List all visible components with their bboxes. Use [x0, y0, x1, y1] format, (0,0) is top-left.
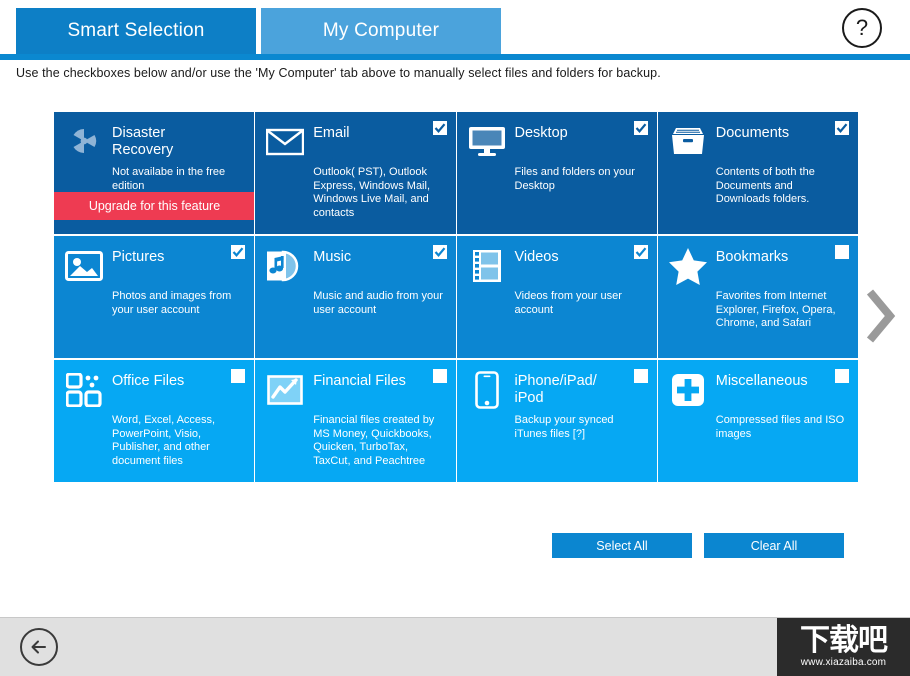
tile-pictures[interactable]: Pictures Photos and images from your use… — [54, 236, 255, 358]
radiation-icon — [64, 122, 104, 162]
tile-head: Videos — [467, 246, 647, 286]
selection-grid: Disaster Recovery Not availabe in the fr… — [54, 112, 858, 484]
tile-office-files[interactable]: Office Files Word, Excel, Access, PowerP… — [54, 360, 255, 482]
checkbox-videos[interactable] — [633, 245, 648, 259]
tile-title: iPhone/iPad/ iPod — [514, 373, 597, 406]
tile-description: Outlook( PST), Outlook Express, Windows … — [313, 166, 431, 219]
upgrade-button[interactable]: Upgrade for this feature — [54, 192, 255, 220]
chart-line-icon — [265, 370, 305, 410]
tile-desktop[interactable]: Desktop Files and folders on your Deskto… — [456, 112, 657, 234]
film-strip-icon — [467, 246, 507, 286]
tile-head: Pictures — [64, 246, 244, 286]
tile-description: Not availabe in the free edition — [112, 166, 226, 192]
watermark-text: 下载吧 — [800, 623, 888, 658]
arrow-left-circle-icon[interactable] — [20, 628, 58, 666]
tile-title: Desktop — [514, 125, 568, 141]
checkbox-office-files[interactable] — [231, 369, 246, 383]
music-note-icon — [265, 246, 305, 286]
footer-bar: 下载吧 www.xiazaiba.com — [0, 618, 910, 676]
watermark: 下载吧 www.xiazaiba.com — [777, 618, 910, 676]
tile-description: Photos and images from your user account — [112, 290, 232, 316]
checkbox-iphone-ipad-ipod[interactable] — [633, 369, 648, 383]
envelope-icon — [265, 122, 305, 162]
checkbox-pictures[interactable] — [231, 245, 246, 259]
tab-smart-selection-label: Smart Selection — [67, 20, 205, 41]
grid-row-2: Pictures Photos and images from your use… — [54, 236, 858, 358]
tile-head: Office Files — [64, 370, 244, 410]
tile-description: Favorites from Internet Explorer, Firefo… — [715, 290, 836, 329]
plus-box-icon — [668, 370, 708, 410]
tile-head: Email — [265, 122, 445, 162]
tile-head: Music — [265, 246, 445, 286]
tile-title: Pictures — [112, 249, 165, 265]
tile-description: Files and folders on your Desktop — [514, 166, 635, 192]
tile-email[interactable]: Email Outlook( PST), Outlook Express, Wi… — [255, 112, 456, 234]
watermark-url: www.xiazaiba.com — [800, 657, 887, 668]
chevron-right-icon[interactable] — [862, 286, 898, 346]
checkbox-documents[interactable] — [835, 121, 849, 135]
tile-title: Videos — [514, 249, 559, 265]
tile-title: Music — [313, 249, 352, 265]
tile-title: Office Files — [112, 373, 185, 389]
smartphone-icon — [467, 370, 507, 410]
select-all-button[interactable]: Select All — [552, 533, 692, 558]
file-box-icon — [668, 122, 708, 162]
grid-row-1: Disaster Recovery Not availabe in the fr… — [54, 112, 858, 234]
tile-bookmarks[interactable]: Bookmarks Favorites from Internet Explor… — [657, 236, 858, 358]
tile-description: Financial files created by MS Money, Qui… — [313, 414, 435, 467]
tile-financial-files[interactable]: Financial Files Financial files created … — [255, 360, 456, 482]
office-icon — [64, 370, 104, 410]
checkbox-bookmarks[interactable] — [835, 245, 849, 259]
checkbox-financial-files[interactable] — [432, 369, 447, 383]
monitor-icon — [467, 122, 507, 162]
tile-title: Documents — [715, 125, 790, 141]
help-icon-glyph: ? — [855, 15, 869, 40]
tile-description: Videos from your user account — [514, 290, 622, 316]
tile-head: Documents — [668, 122, 848, 162]
tile-title: Disaster Recovery — [112, 125, 174, 158]
tile-description: Word, Excel, Access, PowerPoint, Visio, … — [112, 414, 216, 467]
instruction-text: Use the checkboxes below and/or use the … — [16, 66, 661, 80]
tile-title: Bookmarks — [715, 249, 789, 265]
checkbox-desktop[interactable] — [633, 121, 648, 135]
tile-head: iPhone/iPad/ iPod — [467, 370, 647, 410]
help-icon[interactable]: ? — [842, 8, 882, 48]
tile-description: Compressed files and ISO images — [715, 414, 845, 440]
tile-documents[interactable]: Documents Contents of both the Documents… — [657, 112, 858, 234]
tab-smart-selection[interactable]: Smart Selection — [16, 8, 256, 54]
tile-title: Miscellaneous — [715, 373, 808, 389]
tab-bar: Smart Selection My Computer — [0, 0, 910, 54]
checkbox-email[interactable] — [432, 121, 447, 135]
tile-iphone-ipad-ipod[interactable]: iPhone/iPad/ iPod Backup your synced iTu… — [456, 360, 657, 482]
tile-videos[interactable]: Videos Videos from your user account — [456, 236, 657, 358]
tile-description: Backup your synced iTunes files [?] — [514, 414, 614, 440]
tile-head: Desktop — [467, 122, 647, 162]
tile-disaster-recovery[interactable]: Disaster Recovery Not availabe in the fr… — [54, 112, 255, 234]
clear-all-button[interactable]: Clear All — [704, 533, 844, 558]
action-buttons: Select All Clear All — [0, 533, 910, 559]
tile-head: Bookmarks — [668, 246, 848, 286]
tile-title: Financial Files — [313, 373, 406, 389]
app-window: Smart Selection My Computer ? Use the ch… — [0, 0, 910, 676]
tile-music[interactable]: Music Music and audio from your user acc… — [255, 236, 456, 358]
tile-miscellaneous[interactable]: Miscellaneous Compressed files and ISO i… — [657, 360, 858, 482]
tab-my-computer[interactable]: My Computer — [261, 8, 501, 54]
tile-title: Email — [313, 125, 350, 141]
tab-underline — [0, 54, 910, 60]
picture-icon — [64, 246, 104, 286]
tile-description: Contents of both the Documents and Downl… — [715, 166, 815, 205]
tile-head: Miscellaneous — [668, 370, 848, 410]
tile-description: Music and audio from your user account — [313, 290, 443, 316]
star-icon — [668, 246, 708, 286]
grid-row-3: Office Files Word, Excel, Access, PowerP… — [54, 360, 858, 482]
checkbox-miscellaneous[interactable] — [835, 369, 849, 383]
checkbox-music[interactable] — [432, 245, 447, 259]
tab-my-computer-label: My Computer — [322, 20, 440, 41]
tile-head: Financial Files — [265, 370, 445, 410]
tile-head: Disaster Recovery — [64, 122, 244, 162]
